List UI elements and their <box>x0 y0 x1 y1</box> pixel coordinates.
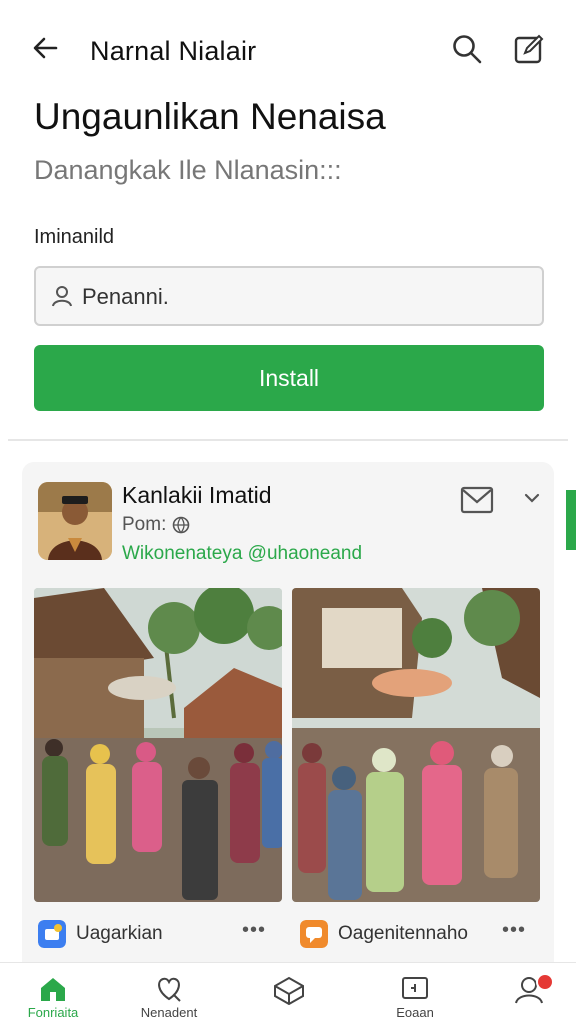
app-label-2: Oagenitennaho <box>338 923 468 944</box>
nav-label-home: Fonriaita <box>27 1005 79 1020</box>
blue-app-icon <box>38 920 66 948</box>
avatar <box>38 482 112 560</box>
nav-item-3[interactable] <box>244 963 334 1024</box>
top-panel: Narnal Nialair Ungaunlikan Nenaisa Danan… <box>8 8 568 438</box>
village-photo-left[interactable] <box>34 588 282 902</box>
card-meta-text: Pom: <box>122 514 167 535</box>
more-options-icon[interactable]: ••• <box>242 919 266 942</box>
orange-chat-icon <box>300 920 328 948</box>
search-icon[interactable] <box>450 32 484 66</box>
mail-icon[interactable] <box>460 486 494 514</box>
field-label: Iminanild <box>34 226 115 248</box>
app-label-1: Uagarkian <box>76 923 163 944</box>
card-meta: Pom: <box>122 514 190 536</box>
post-card[interactable]: Kanlakii Imatid Pom: Wikonenateya @uhaon… <box>22 462 554 982</box>
nav-item-home[interactable]: Fonriaita <box>8 963 98 1024</box>
side-accent-strip <box>566 490 576 550</box>
compose-icon[interactable] <box>512 32 546 66</box>
app-entry-2[interactable]: Oagenitennaho <box>300 917 468 951</box>
nav-label-2: Nenadent <box>140 1005 198 1020</box>
section-heading: Ungaunlikan Nenaisa <box>34 96 386 137</box>
nav-item-4[interactable]: Eoaan <box>370 963 460 1024</box>
card-author-name: Kanlakii Imatid <box>122 482 272 508</box>
nav-item-2[interactable]: Nenadent <box>124 963 214 1024</box>
box-icon <box>274 976 304 1005</box>
nav-label-4: Eoaan <box>396 1005 434 1020</box>
nav-item-profile[interactable] <box>484 963 574 1024</box>
name-input[interactable]: Penanni. <box>34 266 544 326</box>
more-options-icon[interactable]: ••• <box>502 919 526 942</box>
notification-badge <box>536 973 554 991</box>
heart-chat-icon <box>158 977 181 1002</box>
input-placeholder: Penanni. <box>82 284 169 309</box>
divider <box>8 439 568 441</box>
app-entry-1[interactable]: Uagarkian <box>38 917 163 951</box>
village-photo-right[interactable] <box>292 588 540 902</box>
install-button[interactable]: Install <box>34 345 544 411</box>
globe-icon <box>173 516 190 534</box>
bottom-navigation: Fonriaita Nenadent Eoaan <box>0 962 576 1024</box>
home-icon <box>41 978 65 1001</box>
arrow-left-icon[interactable] <box>30 32 62 64</box>
card-handle[interactable]: Wikonenateya @uhaoneand <box>122 543 362 565</box>
page-title: Narnal Nialair <box>90 36 257 66</box>
person-icon <box>52 286 72 307</box>
chevron-down-icon[interactable] <box>522 490 542 506</box>
section-subheading: Danangkak Ile Nlanasin::: <box>34 155 342 185</box>
card-icon <box>402 977 428 999</box>
